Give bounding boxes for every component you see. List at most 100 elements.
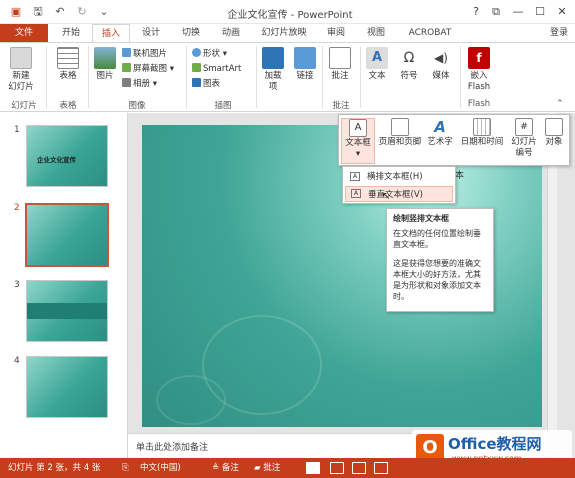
textbox-icon: A (349, 119, 367, 137)
horizontal-textbox-item[interactable]: A 横排文本框(H) (345, 169, 453, 185)
text-icon: A (366, 47, 388, 69)
normal-view-icon[interactable] (306, 462, 320, 474)
title-bar: ▣ 🖫 ↶ ↻ ⌄ 企业文化宣传 - PowerPoint ? ⧉ — ☐ ✕ (0, 0, 575, 24)
slide-thumbnail-4[interactable] (26, 356, 108, 418)
slide-thumbnail-title: 企业文化宣传 (37, 156, 76, 164)
tooltip-description: 在文档的任何位置绘制垂直文本框。 (393, 229, 481, 249)
tab-insert[interactable]: 插入 (92, 24, 130, 42)
chart-icon (192, 78, 201, 87)
links-button[interactable]: 链接 (292, 47, 318, 82)
maximize-button[interactable]: ☐ (530, 3, 550, 21)
tab-review[interactable]: 审阅 (318, 24, 354, 42)
shapes-button[interactable]: 形状 ▾ (192, 48, 227, 61)
links-icon (294, 47, 316, 69)
smartart-button[interactable]: SmartArt (192, 63, 241, 76)
reading-view-icon[interactable] (352, 462, 366, 474)
group-label-slides: 幻灯片 (11, 101, 37, 111)
ribbon-tabs: 文件 开始 插入 设计 切换 动画 幻灯片放映 审阅 视图 ACROBAT 登录 (0, 24, 575, 42)
slideshow-icon[interactable] (374, 462, 388, 474)
wordart-button[interactable]: A 艺术字 (425, 118, 455, 148)
slide-thumbnail-3[interactable] (26, 280, 108, 342)
speaker-icon: ◀) (434, 51, 448, 65)
tab-slideshow[interactable]: 幻灯片放映 (254, 24, 314, 42)
divider (186, 46, 187, 108)
tab-file[interactable]: 文件 (0, 24, 48, 42)
divider (88, 46, 89, 108)
slide-thumbnail-band (27, 303, 107, 319)
slide-number: 1 (14, 125, 20, 135)
table-button[interactable]: 表格 (52, 47, 84, 82)
shapes-icon (192, 48, 201, 57)
divider (360, 46, 361, 108)
tab-view[interactable]: 视图 (358, 24, 394, 42)
slide-number: 2 (14, 203, 20, 213)
tooltip: 绘制竖排文本框 在文档的任何位置绘制垂直文本框。 这是获得您想要的准确文本框大小… (386, 208, 494, 312)
spellcheck-icon[interactable]: ⎘ (122, 458, 129, 478)
addins-icon (262, 47, 284, 69)
tab-home[interactable]: 开始 (52, 24, 90, 42)
photo-album-button[interactable]: 相册 ▾ (122, 78, 157, 91)
group-label-illustrations: 插图 (214, 101, 232, 111)
slide-thumbnail-1[interactable]: 企业文化宣传 (26, 125, 108, 187)
slide-count-status: 幻灯片 第 2 张，共 4 张 (8, 463, 101, 473)
object-button[interactable]: 对象 (541, 118, 567, 148)
textbox-button[interactable]: A 文本框 ▾ (341, 118, 375, 164)
tab-animations[interactable]: 动画 (212, 24, 250, 42)
chart-button[interactable]: 图表 (192, 78, 220, 91)
help-button[interactable]: ? (466, 3, 486, 21)
calendar-icon (473, 118, 491, 136)
status-bar: 幻灯片 第 2 张，共 4 张 ⎘ 中文(中国) ≜ 备注 ▰ 批注 (0, 458, 575, 478)
tooltip-description: 这是获得您想要的准确文本框大小的好方法，尤其是为形状和对象添加文本时。 (393, 259, 481, 301)
comments-toggle[interactable]: ▰ 批注 (254, 458, 280, 478)
tooltip-title: 绘制竖排文本框 (393, 214, 449, 223)
undo-icon[interactable]: ↶ (52, 4, 68, 20)
slide-sorter-icon[interactable] (330, 462, 344, 474)
tab-acrobat[interactable]: ACROBAT (398, 24, 462, 42)
window-title: 企业文化宣传 - PowerPoint (227, 10, 353, 21)
group-label-tables: 表格 (59, 101, 77, 111)
slide-thumbnail-2[interactable] (25, 203, 109, 267)
group-label-flash: Flash (467, 99, 491, 109)
collapse-ribbon-icon[interactable]: ⌃ (556, 99, 564, 109)
text-button[interactable]: A 文本 (364, 47, 390, 82)
header-footer-icon (391, 118, 409, 136)
addins-button[interactable]: 加载 项 (260, 47, 286, 93)
vertical-textbox-icon: A (351, 189, 361, 198)
login-link[interactable]: 登录 (545, 24, 573, 42)
slide-thumbnail-pane: 1 企业文化宣传 2 3 4 (0, 113, 128, 458)
new-slide-button[interactable]: 新建 幻灯片 (4, 47, 38, 93)
text-gallery-dropdown: A 文本框 ▾ 页眉和页脚 A 艺术字 日期和时间 # 幻灯片 编号 对象 (338, 114, 570, 166)
screenshot-button[interactable]: 屏幕截图 ▾ (122, 63, 174, 76)
language-status[interactable]: 中文(中国) (140, 458, 181, 478)
divider (322, 46, 323, 108)
wordart-icon: A (434, 118, 446, 136)
ribbon: 新建 幻灯片 幻灯片 表格 表格 图片 联机图片 屏幕截图 ▾ 相册 ▾ 图像 … (0, 42, 575, 112)
screenshot-icon (122, 63, 131, 72)
comment-button[interactable]: 批注 (326, 47, 354, 82)
date-time-button[interactable]: 日期和时间 (457, 118, 507, 148)
symbol-button[interactable]: Ω 符号 (396, 47, 422, 82)
minimize-button[interactable]: — (508, 3, 528, 21)
redo-icon[interactable]: ↻ (74, 4, 90, 20)
close-button[interactable]: ✕ (552, 3, 572, 21)
comment-icon (329, 47, 351, 69)
powerpoint-logo-icon: ▣ (10, 5, 22, 18)
media-button[interactable]: ◀) 媒体 (428, 47, 454, 82)
online-picture-button[interactable]: 联机图片 (122, 48, 167, 61)
slide-number-button[interactable]: # 幻灯片 编号 (509, 118, 539, 159)
picture-button[interactable]: 图片 (92, 47, 118, 82)
vertical-textbox-item[interactable]: A 垂直文本框(V) (345, 186, 453, 202)
tab-design[interactable]: 设计 (132, 24, 170, 42)
slide-number-icon: # (515, 118, 533, 136)
save-icon[interactable]: 🖫 (30, 4, 46, 20)
notes-toggle[interactable]: ≜ 备注 (212, 458, 239, 478)
header-footer-button[interactable]: 页眉和页脚 (377, 118, 423, 148)
ribbon-display-button[interactable]: ⧉ (486, 3, 506, 21)
embed-flash-button[interactable]: f 嵌入 Flash (464, 47, 494, 93)
mouse-cursor-icon: ↖ (382, 191, 391, 202)
customize-toolbar-icon[interactable]: ⌄ (96, 4, 112, 20)
divider (46, 46, 47, 108)
group-label-images: 图像 (128, 101, 146, 111)
online-picture-icon (122, 48, 131, 57)
tab-transitions[interactable]: 切换 (172, 24, 210, 42)
